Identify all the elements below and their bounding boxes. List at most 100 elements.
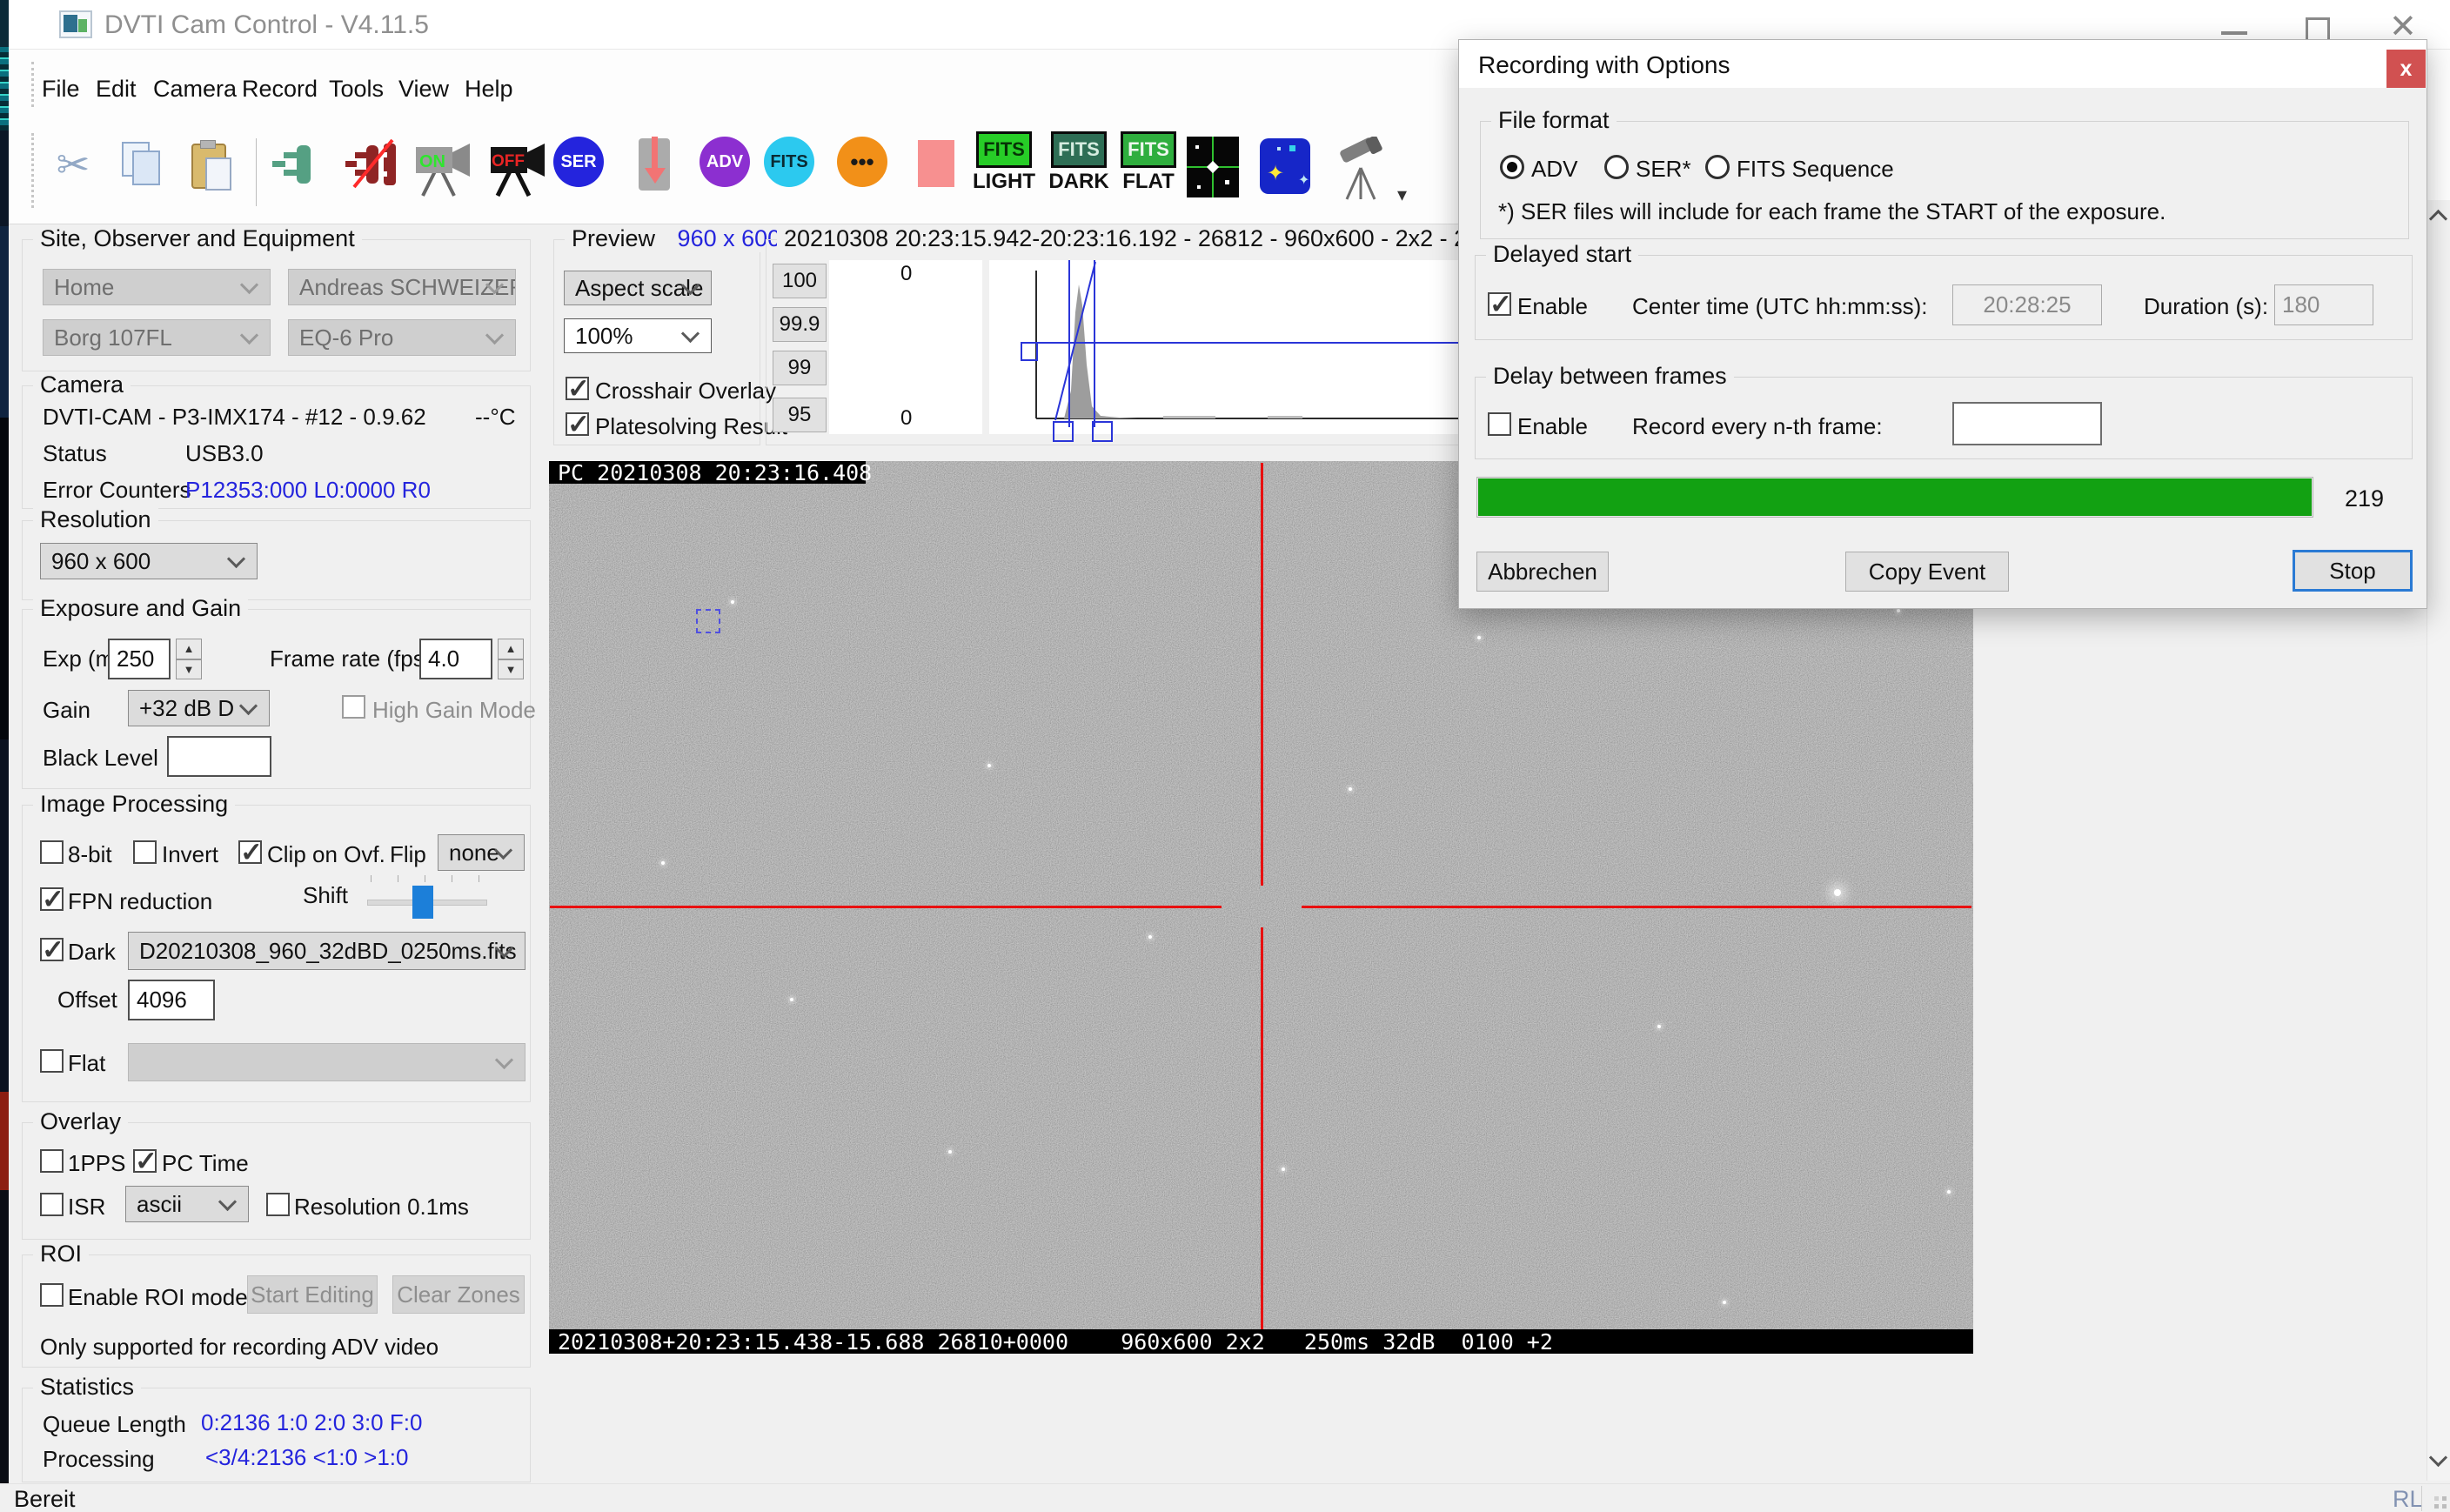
fits-sequence-radio[interactable] (1705, 155, 1730, 179)
maximize-button[interactable] (2306, 17, 2330, 42)
duration-field[interactable]: 180 (2274, 284, 2373, 325)
crosshair-checkbox[interactable] (566, 377, 589, 400)
stretch-99-button[interactable]: 99 (773, 351, 827, 385)
site-group: Site, Observer and Equipment Home Andrea… (22, 239, 531, 371)
firmware-chip-icon[interactable] (628, 137, 684, 196)
aspect-scale-select[interactable]: Aspect scale (564, 271, 712, 305)
res01-label: Resolution 0.1ms (294, 1194, 469, 1221)
more-record-icon[interactable]: ••• (837, 137, 887, 187)
flat-checkbox[interactable] (40, 1049, 64, 1073)
fps-input[interactable]: 4.0 (419, 639, 492, 679)
dark-label: Dark (68, 939, 116, 966)
scroll-down-icon[interactable] (2429, 1448, 2447, 1467)
delayed-enable-checkbox[interactable] (1488, 292, 1511, 316)
gain-select[interactable]: +32 dB D (128, 690, 270, 726)
res01-checkbox[interactable] (266, 1193, 290, 1216)
high-gain-checkbox[interactable] (342, 695, 365, 719)
copy-event-button[interactable]: Copy Event (1845, 552, 2009, 592)
dialog-title-bar[interactable]: Recording with Options (1459, 40, 2427, 88)
menu-camera[interactable]: Camera (153, 76, 237, 103)
menu-record[interactable]: Record (242, 76, 318, 103)
star (790, 998, 793, 1001)
cut-icon[interactable]: ✂ (45, 137, 101, 192)
8bit-label: 8-bit (68, 841, 112, 868)
menu-view[interactable]: View (398, 76, 449, 103)
1pps-checkbox[interactable] (40, 1149, 64, 1173)
mount-select[interactable]: EQ-6 Pro (288, 319, 516, 356)
flip-select[interactable]: none (438, 834, 525, 871)
starmap-icon[interactable]: ✦ ✦ (1258, 137, 1314, 197)
black-level-input[interactable] (167, 736, 271, 777)
progress-fill (1478, 478, 2312, 516)
platesolve-checkbox[interactable] (566, 412, 589, 436)
zoom-value: 100% (575, 323, 633, 350)
minimize-button[interactable] (2221, 31, 2247, 35)
menu-help[interactable]: Help (465, 76, 513, 103)
record-fits-icon[interactable]: FITS (764, 137, 814, 187)
flip-label: Flip (390, 841, 426, 868)
star (661, 861, 665, 865)
stop-record-icon[interactable] (914, 137, 959, 191)
flat-file-select[interactable] (128, 1043, 525, 1081)
fits-light-icon[interactable]: FITS LIGHT (966, 131, 1042, 194)
shift-slider-thumb[interactable] (412, 886, 433, 919)
dark-file-select[interactable]: D20210308_960_32dBD_0250ms.fits (128, 932, 525, 970)
resize-grip[interactable] (2430, 1492, 2447, 1509)
disconnect-icon[interactable] (343, 137, 404, 192)
menu-edit[interactable]: Edit (96, 76, 137, 103)
record-ser-icon[interactable]: SER (553, 137, 604, 187)
shift-slider[interactable] (367, 875, 485, 919)
exp-spinner[interactable]: ▲▼ (176, 639, 202, 679)
telescope-select[interactable]: Borg 107FL (43, 319, 271, 356)
roi-enable-checkbox[interactable] (40, 1283, 64, 1307)
exp-input[interactable]: 250 (108, 639, 171, 679)
invert-checkbox[interactable] (133, 840, 157, 864)
platesolve-icon[interactable] (1185, 137, 1241, 199)
camera-on-icon[interactable]: ON (411, 137, 477, 199)
clip-checkbox[interactable] (238, 840, 262, 864)
menu-tools[interactable]: Tools (329, 76, 384, 103)
menu-file[interactable]: File (42, 76, 80, 103)
observer-select[interactable]: Andreas SCHWEIZER (288, 269, 516, 305)
zoom-select[interactable]: 100% (564, 318, 712, 353)
record-adv-icon[interactable]: ADV (700, 137, 750, 187)
stats-group: Statistics Queue Length 0:2136 1:0 2:0 3… (22, 1388, 531, 1482)
fits-dark-icon[interactable]: FITS DARK (1041, 131, 1117, 194)
resolution-select[interactable]: 960 x 600 (40, 543, 258, 579)
start-editing-button[interactable]: Start Editing (247, 1275, 378, 1314)
fpn-checkbox[interactable] (40, 887, 64, 911)
paste-icon[interactable] (183, 137, 238, 192)
isr-checkbox[interactable] (40, 1193, 64, 1216)
isr-mode-select[interactable]: ascii (125, 1186, 249, 1222)
abbrechen-button[interactable]: Abbrechen (1476, 552, 1609, 592)
pctime-checkbox[interactable] (133, 1149, 157, 1173)
center-time-field[interactable]: 20:28:25 (1952, 284, 2102, 325)
site-select[interactable]: Home (43, 269, 271, 305)
adv-radio[interactable] (1500, 155, 1524, 179)
abbrechen-label: Abbrechen (1488, 559, 1597, 585)
stop-button[interactable]: Stop (2293, 550, 2413, 592)
dialog-close-button[interactable]: x (2386, 50, 2426, 88)
camera-off-icon[interactable]: OFF (485, 137, 552, 199)
high-gain-label: High Gain Mode (372, 697, 536, 724)
stretch-95-button[interactable]: 95 (773, 398, 827, 432)
gain-label: Gain (43, 697, 90, 724)
toolbar-overflow-icon[interactable]: ▾ (1397, 184, 1407, 206)
copy-icon[interactable] (111, 137, 167, 192)
stretch-100-button[interactable]: 100 (773, 264, 827, 298)
telescope-icon[interactable] (1328, 137, 1394, 203)
pctime-label: PC Time (162, 1150, 249, 1177)
8bit-checkbox[interactable] (40, 840, 64, 864)
clear-zones-button[interactable]: Clear Zones (392, 1275, 525, 1314)
connect-icon[interactable] (270, 137, 331, 192)
offset-input[interactable]: 4096 (128, 980, 215, 1020)
delay-enable-checkbox[interactable] (1488, 412, 1511, 436)
ser-radio[interactable] (1604, 155, 1629, 179)
dark-checkbox[interactable] (40, 938, 64, 961)
fps-spinner[interactable]: ▲▼ (498, 639, 524, 679)
stretch-999-button[interactable]: 99.9 (773, 307, 827, 342)
scroll-up-icon[interactable] (2429, 210, 2447, 228)
nth-frame-field[interactable] (1952, 402, 2102, 445)
fits-flat-icon[interactable]: FITS FLAT (1110, 131, 1187, 194)
vertical-scrollbar[interactable] (2427, 200, 2450, 1481)
